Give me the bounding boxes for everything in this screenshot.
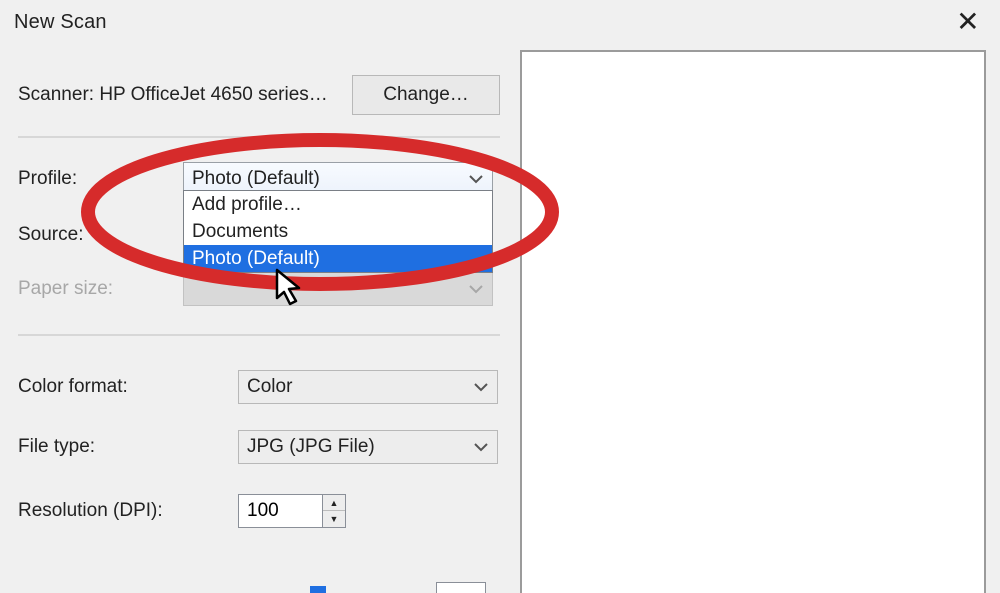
scanner-row: Scanner: HP OfficeJet 4650 series… Chang… [18, 68, 500, 122]
color-format-label: Color format: [18, 376, 238, 398]
close-icon: ✕ [956, 8, 980, 36]
profile-option-documents[interactable]: Documents [184, 218, 492, 245]
profile-option-add[interactable]: Add profile… [184, 191, 492, 218]
profile-row: Profile: Photo (Default) Add profile… Do… [18, 156, 500, 202]
scanner-label: Scanner: HP OfficeJet 4650 series… [18, 84, 328, 106]
resolution-label: Resolution (DPI): [18, 500, 238, 522]
profile-dropdown-list: Add profile… Documents Photo (Default) [183, 190, 493, 273]
resolution-input[interactable] [238, 494, 322, 528]
preview-pane[interactable] [520, 50, 986, 593]
divider [18, 136, 500, 138]
profile-label: Profile: [18, 168, 183, 190]
chevron-down-icon [473, 439, 489, 455]
file-type-label: File type: [18, 436, 238, 458]
chevron-down-icon [473, 379, 489, 395]
color-format-dropdown[interactable]: Color [238, 370, 498, 404]
resolution-spin-buttons: ▲ ▼ [322, 494, 346, 528]
window-title: New Scan [14, 11, 107, 34]
settings-pane: Scanner: HP OfficeJet 4650 series… Chang… [0, 44, 510, 593]
close-button[interactable]: ✕ [946, 6, 990, 38]
chevron-down-icon [468, 171, 484, 187]
slider-thumb-icon[interactable] [308, 584, 328, 593]
paper-size-label: Paper size: [18, 278, 183, 300]
file-type-dropdown[interactable]: JPG (JPG File) [238, 430, 498, 464]
titlebar: New Scan ✕ [0, 0, 1000, 44]
resolution-spin[interactable]: ▲ ▼ [238, 494, 348, 528]
spin-up-button[interactable]: ▲ [323, 495, 345, 511]
file-type-row: File type: JPG (JPG File) [18, 424, 500, 470]
file-type-dropdown-value: JPG (JPG File) [247, 436, 467, 458]
partial-input[interactable] [436, 582, 486, 593]
profile-option-photo-default[interactable]: Photo (Default) [184, 245, 492, 272]
resolution-row: Resolution (DPI): ▲ ▼ [18, 488, 500, 534]
source-label: Source: [18, 224, 183, 246]
change-scanner-button[interactable]: Change… [352, 75, 500, 115]
spin-down-button[interactable]: ▼ [323, 511, 345, 527]
color-format-row: Color format: Color [18, 364, 500, 410]
divider [18, 334, 500, 336]
paper-size-dropdown [183, 272, 493, 306]
content-area: Scanner: HP OfficeJet 4650 series… Chang… [0, 44, 1000, 593]
chevron-down-icon [468, 281, 484, 297]
new-scan-window: New Scan ✕ Scanner: HP OfficeJet 4650 se… [0, 0, 1000, 593]
color-format-dropdown-value: Color [247, 376, 467, 398]
profile-dropdown-value: Photo (Default) [192, 168, 462, 190]
